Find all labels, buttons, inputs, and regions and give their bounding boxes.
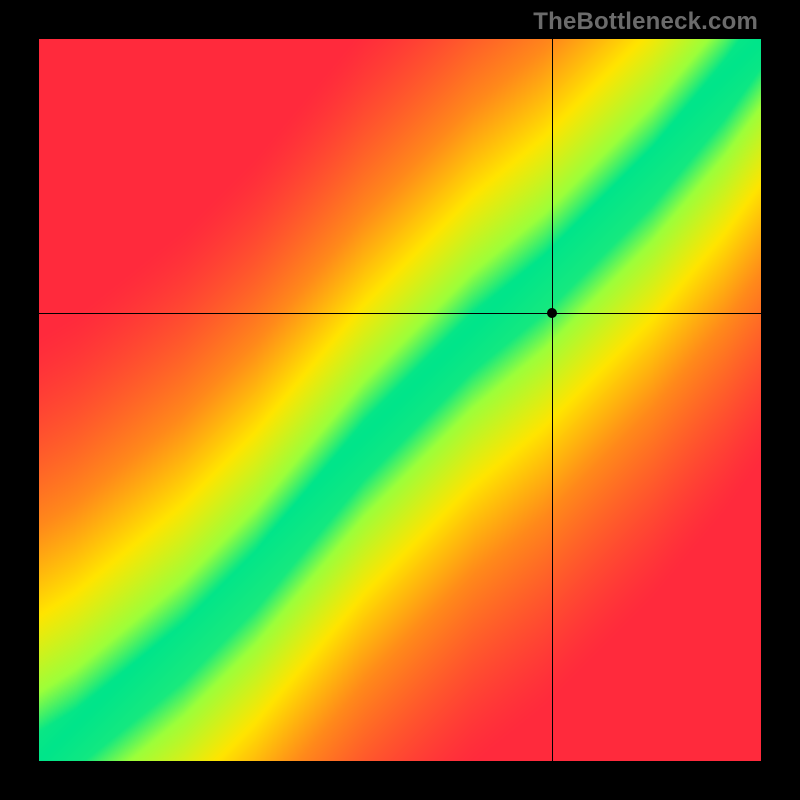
- marker-dot: [547, 308, 557, 318]
- heatmap-canvas: [39, 39, 761, 761]
- crosshair-vertical: [552, 39, 553, 761]
- watermark-text: TheBottleneck.com: [533, 8, 758, 36]
- chart-frame: TheBottleneck.com: [0, 0, 800, 800]
- crosshair-horizontal: [39, 313, 761, 314]
- plot-area: [39, 39, 761, 761]
